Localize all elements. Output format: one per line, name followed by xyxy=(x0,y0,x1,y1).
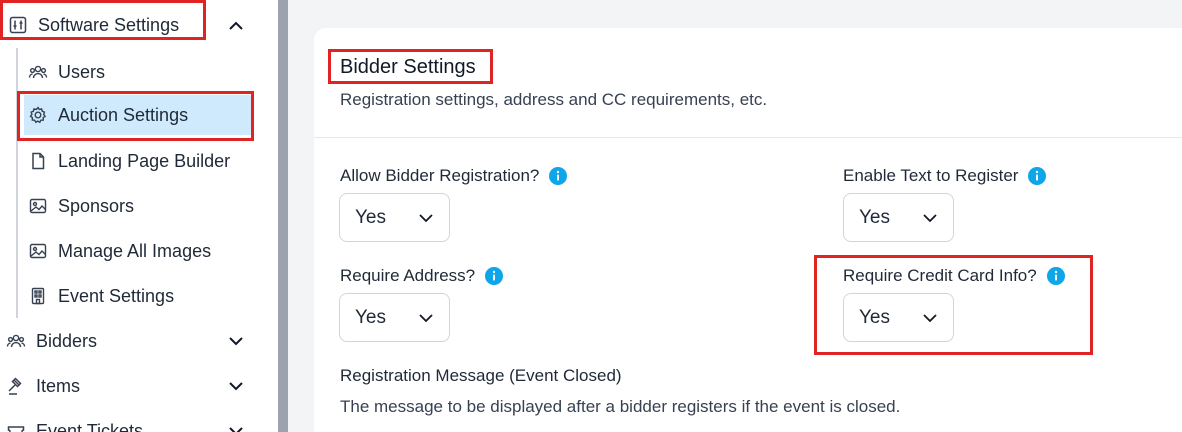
users-icon xyxy=(6,331,26,351)
gavel-icon xyxy=(6,376,26,396)
allow-bidder-registration-select[interactable]: Yes xyxy=(339,193,450,242)
sidebar-item-label: Auction Settings xyxy=(58,104,189,125)
field-label-text: Enable Text to Register xyxy=(843,166,1019,185)
main-content: Bidder Settings Registration settings, a… xyxy=(288,0,1182,432)
require-address-label: Require Address? xyxy=(340,266,504,286)
file-icon xyxy=(28,151,48,171)
chevron-down-icon[interactable] xyxy=(226,421,246,432)
chevron-down-icon xyxy=(921,309,939,327)
sidebar-item-manage-all-images[interactable]: Manage All Images xyxy=(24,231,254,271)
info-icon[interactable] xyxy=(485,267,504,285)
chevron-down-icon[interactable] xyxy=(226,331,246,351)
building-icon xyxy=(28,286,48,306)
registration-message-description: The message to be displayed after a bidd… xyxy=(340,397,901,416)
chevron-down-icon[interactable] xyxy=(226,376,246,396)
sidebar-item-software-settings[interactable]: Software Settings xyxy=(4,6,206,44)
chevron-down-icon xyxy=(417,209,435,227)
sidebar-item-label: Landing Page Builder xyxy=(58,150,231,171)
sidebar-item-items[interactable]: Items xyxy=(4,366,254,406)
header-divider xyxy=(314,137,1182,138)
bidder-settings-card: Bidder Settings Registration settings, a… xyxy=(314,28,1182,432)
require-address-select[interactable]: Yes xyxy=(339,293,450,342)
sidebar-item-users[interactable]: Users xyxy=(24,52,254,92)
submenu-guide-line xyxy=(16,48,18,318)
ticket-icon xyxy=(6,421,26,432)
sidebar-item-landing-page-builder[interactable]: Landing Page Builder xyxy=(24,141,254,181)
sidebar-item-bidders[interactable]: Bidders xyxy=(4,321,254,361)
gear-icon xyxy=(28,105,48,125)
sidebar-item-label: Sponsors xyxy=(58,195,135,216)
field-label-text: Require Address? xyxy=(340,266,476,285)
enable-text-to-register-select[interactable]: Yes xyxy=(843,193,954,242)
field-label-text: Allow Bidder Registration? xyxy=(340,166,540,185)
require-credit-card-info-select[interactable]: Yes xyxy=(843,293,954,342)
users-icon xyxy=(28,62,48,82)
sidebar-item-label: Users xyxy=(58,61,106,82)
chevron-down-icon xyxy=(921,209,939,227)
select-value: Yes xyxy=(859,306,890,328)
require-credit-card-info-label: Require Credit Card Info? xyxy=(843,266,1065,286)
image-icon xyxy=(28,241,48,261)
select-value: Yes xyxy=(355,306,386,328)
sidebar-item-label: Software Settings xyxy=(38,14,180,35)
chevron-down-icon xyxy=(417,309,435,327)
allow-bidder-registration-label: Allow Bidder Registration? xyxy=(340,166,568,186)
sidebar-item-auction-settings[interactable]: Auction Settings xyxy=(24,95,254,135)
sidebar-item-label: Items xyxy=(36,375,81,396)
chevron-up-icon[interactable] xyxy=(226,16,246,36)
registration-message-label: Registration Message (Event Closed) xyxy=(340,366,622,385)
section-subtitle: Registration settings, address and CC re… xyxy=(340,90,768,109)
sidebar-item-label: Event Settings xyxy=(58,285,175,306)
info-icon[interactable] xyxy=(549,167,568,185)
sidebar-item-label: Bidders xyxy=(36,330,98,351)
sidebar: Software Settings Users Auction Settings… xyxy=(0,0,278,432)
sidebar-item-label: Event Tickets xyxy=(36,420,144,432)
info-icon[interactable] xyxy=(1028,167,1047,185)
select-value: Yes xyxy=(355,206,386,228)
sidebar-item-event-settings[interactable]: Event Settings xyxy=(24,276,254,316)
field-label-text: Require Credit Card Info? xyxy=(843,266,1037,285)
sliders-icon xyxy=(8,15,28,35)
enable-text-to-register-label: Enable Text to Register xyxy=(843,166,1047,186)
select-value: Yes xyxy=(859,206,890,228)
info-icon[interactable] xyxy=(1046,267,1065,285)
sidebar-item-event-tickets[interactable]: Event Tickets xyxy=(4,411,254,432)
sidebar-item-label: Manage All Images xyxy=(58,240,212,261)
sidebar-divider xyxy=(278,0,288,432)
section-title: Bidder Settings xyxy=(340,56,476,78)
image-icon xyxy=(28,196,48,216)
sidebar-item-sponsors[interactable]: Sponsors xyxy=(24,186,254,226)
